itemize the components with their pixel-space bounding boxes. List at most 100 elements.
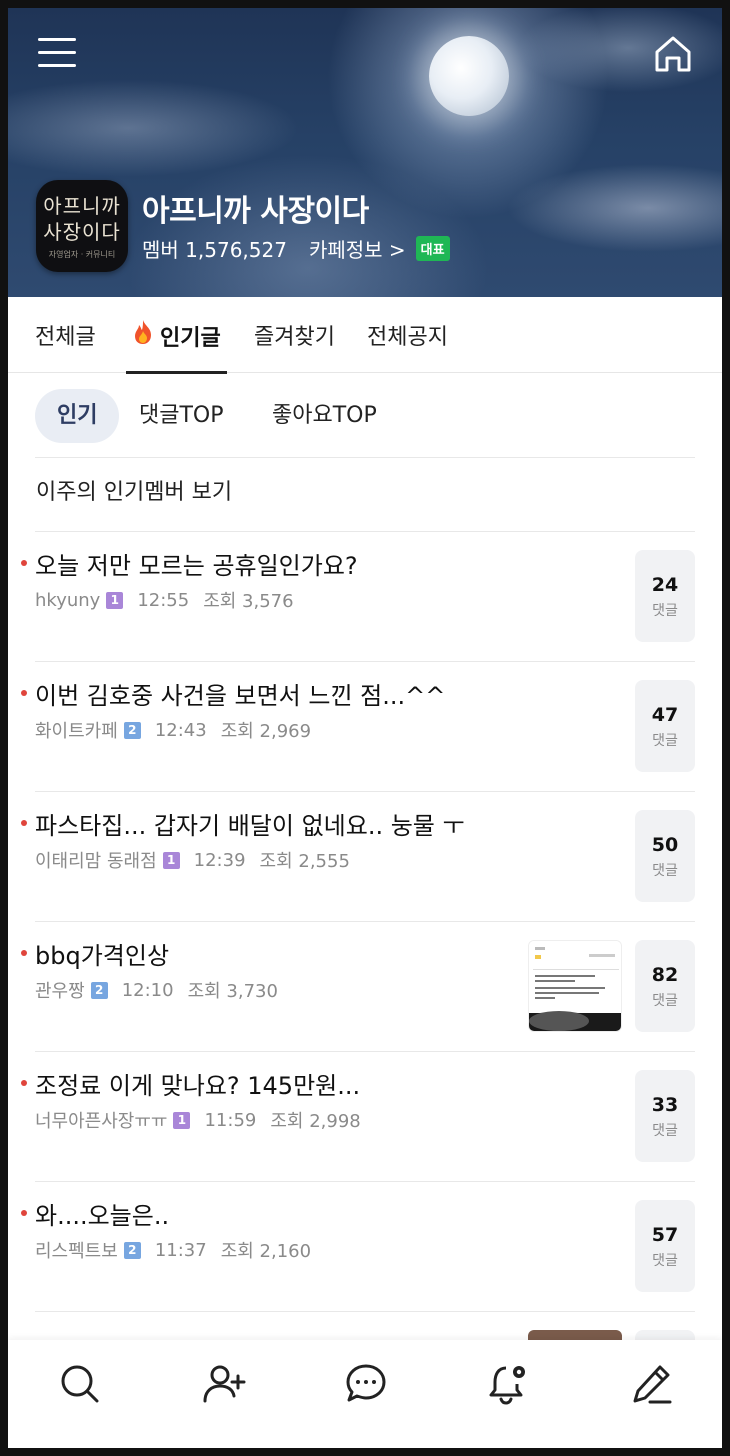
post-author: 리스펙트보 xyxy=(35,1241,118,1262)
logo-text-2: 사장이다 xyxy=(43,219,121,244)
cafe-logo[interactable]: 아프니까 사장이다 자영업자 · 커뮤니티 xyxy=(36,180,128,272)
post-thumbnail[interactable] xyxy=(528,940,622,1032)
post-time: 12:39 xyxy=(193,849,246,871)
menu-button[interactable] xyxy=(38,38,76,70)
logo-subtext: 자영업자 · 커뮤니티 xyxy=(48,249,116,259)
post-views: 조회 3,576 xyxy=(203,591,294,612)
member-level-badge: 1 xyxy=(173,1111,191,1129)
tab-all-notices[interactable]: 전체공지 xyxy=(367,319,448,373)
write-button[interactable] xyxy=(630,1362,674,1406)
comment-count-box[interactable]: 47 댓글 xyxy=(635,680,695,772)
new-dot xyxy=(21,950,27,956)
post-title: 조정료 이게 맞나요? 145만원... xyxy=(35,1072,361,1100)
post-time: 12:55 xyxy=(137,589,190,611)
post-author: 이태리맘 동래점 xyxy=(35,851,157,872)
member-level-badge: 2 xyxy=(123,1241,141,1259)
invite-member-button[interactable] xyxy=(202,1362,246,1406)
post-author: 화이트카페 xyxy=(35,721,118,742)
new-dot xyxy=(21,560,27,566)
member-count: 멤버 1,576,527 xyxy=(142,238,287,262)
post-item[interactable]: 이번 김호중 사건을 보면서 느낀 점...^^ 화이트카페 2 12:43 조… xyxy=(8,662,722,792)
post-meta: 이태리맘 동래점 1 12:39 조회 2,555 xyxy=(35,847,350,873)
post-item[interactable]: bbq가격인상 관우짱 2 12:10 조회 3,730 82 댓글 xyxy=(8,922,722,1052)
comment-count: 24 xyxy=(651,574,679,596)
post-meta: 너무아픈사장ㅠㅠ 1 11:59 조회 2,998 xyxy=(35,1107,361,1133)
post-title: 와....오늘은.. xyxy=(35,1202,170,1230)
post-item[interactable]: 파스타집... 갑자기 배달이 없네요.. 눙물 ㅜ 이태리맘 동래점 1 12… xyxy=(8,792,722,922)
subtab-like-top[interactable]: 좋아요TOP xyxy=(272,389,377,443)
post-views: 조회 2,969 xyxy=(220,721,312,742)
member-level-badge: 1 xyxy=(106,591,124,609)
post-meta: hkyuny 1 12:55 조회 3,576 xyxy=(35,587,294,613)
comment-count: 33 xyxy=(651,1094,679,1116)
comment-count-box[interactable]: 82 댓글 xyxy=(635,940,695,1032)
subtab-comment-top[interactable]: 댓글TOP xyxy=(139,389,224,443)
tab-popular-label: 인기글 xyxy=(160,326,221,351)
comment-label: 댓글 xyxy=(652,1253,678,1269)
post-title: 오늘 저만 모르는 공휴일인가요? xyxy=(35,552,358,580)
post-views: 조회 2,555 xyxy=(259,851,350,872)
post-title: bbq가격인상 xyxy=(35,942,170,970)
comment-count-box[interactable]: 57 댓글 xyxy=(635,1200,695,1292)
comment-count: 47 xyxy=(651,704,679,726)
notification-settings-icon xyxy=(489,1366,525,1405)
tab-all-posts[interactable]: 전체글 xyxy=(35,319,96,373)
divider xyxy=(35,457,695,458)
post-time: 11:37 xyxy=(154,1239,207,1261)
home-icon xyxy=(655,36,691,72)
representative-badge: 대표 xyxy=(415,236,450,261)
new-dot xyxy=(21,820,27,826)
post-meta: 관우짱 2 12:10 조회 3,730 xyxy=(35,977,278,1003)
popular-members-link[interactable]: 이주의 인기멤버 보기 xyxy=(36,474,232,506)
menu-icon xyxy=(38,38,76,41)
comment-count: 50 xyxy=(651,834,679,856)
moon-image xyxy=(429,36,509,116)
post-title: 이번 김호중 사건을 보면서 느낀 점...^^ xyxy=(35,682,446,710)
write-icon xyxy=(633,1365,672,1404)
tab-favorites[interactable]: 즐겨찾기 xyxy=(254,319,335,373)
comment-count-box[interactable]: 24 댓글 xyxy=(635,550,695,642)
post-time: 11:59 xyxy=(204,1109,257,1131)
post-author: 관우짱 xyxy=(35,981,85,1002)
comment-label: 댓글 xyxy=(652,733,678,749)
post-views: 조회 3,730 xyxy=(187,981,278,1002)
post-meta: 리스펙트보 2 11:37 조회 2,160 xyxy=(35,1237,311,1263)
cafe-info-link[interactable]: 카페정보 > xyxy=(309,234,406,263)
post-item[interactable]: 와....오늘은.. 리스펙트보 2 11:37 조회 2,160 57 댓글 xyxy=(8,1182,722,1312)
chat-button[interactable] xyxy=(344,1362,388,1406)
chat-icon xyxy=(346,1364,386,1402)
notification-settings-button[interactable] xyxy=(486,1362,530,1406)
app-frame: 아프니까 사장이다 자영업자 · 커뮤니티 아프니까 사장이다 멤버 1,576… xyxy=(8,8,722,1448)
member-level-badge: 2 xyxy=(123,721,141,739)
comment-label: 댓글 xyxy=(652,993,678,1009)
post-item[interactable]: 조정료 이게 맞나요? 145만원... 너무아픈사장ㅠㅠ 1 11:59 조회… xyxy=(8,1052,722,1182)
add-member-icon xyxy=(203,1365,246,1403)
member-level-badge: 2 xyxy=(90,981,108,999)
comment-label: 댓글 xyxy=(652,603,678,619)
post-title: 파스타집... 갑자기 배달이 없네요.. 눙물 ㅜ xyxy=(35,812,465,840)
comment-count-box[interactable]: 33 댓글 xyxy=(635,1070,695,1162)
post-views: 조회 2,998 xyxy=(270,1111,361,1132)
fire-icon xyxy=(132,319,154,351)
subtab-popular[interactable]: 인기 xyxy=(35,389,120,443)
new-dot xyxy=(21,1210,27,1216)
bottom-navigation xyxy=(8,1340,722,1448)
post-views: 조회 2,160 xyxy=(220,1241,312,1262)
tab-popular[interactable]: 인기글 xyxy=(126,319,227,374)
new-dot xyxy=(21,1080,27,1086)
post-meta: 화이트카페 2 12:43 조회 2,969 xyxy=(35,717,311,743)
comment-count: 57 xyxy=(651,1224,679,1246)
new-dot xyxy=(21,690,27,696)
board-tabs: 전체글 인기글 즐겨찾기 전체공지 xyxy=(8,297,722,374)
comment-label: 댓글 xyxy=(652,863,678,879)
comment-count: 82 xyxy=(651,964,679,986)
popular-subtabs: 인기 댓글TOP 좋아요TOP xyxy=(8,374,722,458)
comment-count-box[interactable]: 50 댓글 xyxy=(635,810,695,902)
post-item[interactable]: 오늘 저만 모르는 공휴일인가요? hkyuny 1 12:55 조회 3,57… xyxy=(8,532,722,662)
post-author: hkyuny xyxy=(35,589,101,611)
post-author: 너무아픈사장ㅠㅠ xyxy=(35,1111,168,1132)
search-button[interactable] xyxy=(58,1362,102,1406)
home-button[interactable] xyxy=(652,34,694,74)
search-icon xyxy=(61,1365,99,1403)
post-time: 12:43 xyxy=(154,719,207,741)
